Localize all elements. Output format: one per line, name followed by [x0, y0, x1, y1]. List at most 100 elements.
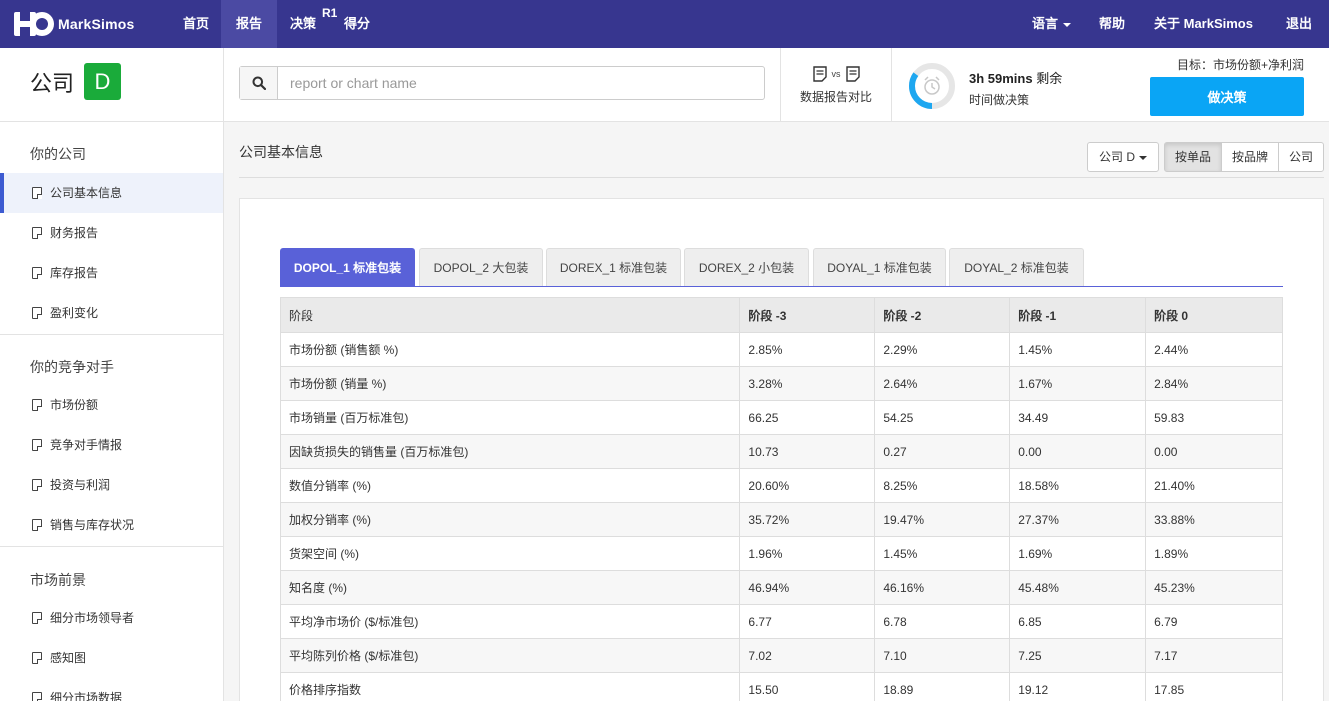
- metric-value-cell: 1.96%: [739, 536, 876, 571]
- report-icon: [812, 66, 827, 82]
- metric-value-cell: 35.72%: [739, 502, 876, 537]
- metric-value-cell: 2.84%: [1145, 366, 1283, 401]
- metric-value-cell: 17.85: [1145, 672, 1283, 701]
- sidebar: 你的公司 公司基本信息 财务报告 库存报告 盈利变化 你的竞争对手 市场份额 竞…: [0, 122, 224, 701]
- make-decision-button[interactable]: 做决策: [1150, 77, 1304, 116]
- sidebar-item-label: 竞争对手情报: [50, 438, 123, 452]
- company-info-table: 阶段 阶段 -3 阶段 -2 阶段 -1 阶段 0 市场份额 (销售额 %) 2.…: [279, 297, 1283, 701]
- metric-value-cell: 1.45%: [874, 536, 1011, 571]
- sidebar-item-investment-profit[interactable]: 投资与利润: [0, 465, 223, 505]
- table-row: 知名度 (%) 46.94% 46.16% 45.48% 45.23%: [279, 570, 1283, 605]
- metric-value-cell: 6.79: [1145, 604, 1283, 639]
- sidebar-item-profit-change[interactable]: 盈利变化: [0, 293, 223, 333]
- search-button[interactable]: [240, 67, 278, 99]
- language-label: 语言: [1032, 16, 1059, 31]
- metric-value-cell: 2.85%: [739, 332, 876, 367]
- header-bar: 公司 D vs 数据报告对比 3h 59mins 剩余 时间做决策 目标：市场份…: [0, 48, 1329, 122]
- metric-value-cell: 1.89%: [1145, 536, 1283, 571]
- sidebar-item-inventory-report[interactable]: 库存报告: [0, 253, 223, 293]
- nav-score[interactable]: 得分: [329, 0, 385, 48]
- table-row: 市场销量 (百万标准包) 66.25 54.25 34.49 59.83: [279, 400, 1283, 435]
- metric-value-cell: 19.47%: [874, 502, 1011, 537]
- document-icon: [32, 227, 42, 239]
- search-input[interactable]: [278, 67, 764, 99]
- metric-value-cell: 0.00: [1145, 434, 1283, 469]
- table-header-row: 阶段 阶段 -3 阶段 -2 阶段 -1 阶段 0: [279, 297, 1283, 333]
- sidebar-item-label: 销售与库存状况: [50, 518, 135, 532]
- nav-reports[interactable]: 报告: [221, 0, 278, 48]
- metric-label-cell: 加权分销率 (%): [279, 502, 741, 537]
- company-select-dropdown[interactable]: 公司 D: [1087, 142, 1159, 172]
- top-navbar: MarkSimos 首页 报告 决策 R1 得分 语言 帮助 关于 MarkSi…: [0, 0, 1329, 48]
- toggle-by-sku[interactable]: 按单品: [1164, 142, 1222, 172]
- metric-label-cell: 知名度 (%): [279, 570, 741, 605]
- metric-value-cell: 46.94%: [739, 570, 876, 605]
- metric-value-cell: 19.12: [1009, 672, 1147, 701]
- column-header: 阶段 -1: [1009, 297, 1147, 333]
- sidebar-section-competitors: 你的竞争对手: [30, 359, 114, 375]
- metric-value-cell: 54.25: [874, 400, 1011, 435]
- table-row: 数值分销率 (%) 20.60% 8.25% 18.58% 21.40%: [279, 468, 1283, 503]
- brand-logo[interactable]: MarkSimos: [14, 12, 135, 36]
- search-box: [239, 66, 765, 100]
- table-row: 市场份额 (销量 %) 3.28% 2.64% 1.67% 2.84%: [279, 366, 1283, 401]
- sidebar-item-perception-map[interactable]: 感知图: [0, 638, 223, 678]
- tab-dorex-1[interactable]: DOREX_1 标准包装: [546, 248, 681, 286]
- column-header: 阶段 0: [1145, 297, 1283, 333]
- sidebar-item-sales-inventory[interactable]: 销售与库存状况: [0, 505, 223, 545]
- metric-value-cell: 18.89: [874, 672, 1011, 701]
- metric-value-cell: 2.64%: [874, 366, 1011, 401]
- sidebar-item-segment-leaders[interactable]: 细分市场领导者: [0, 598, 223, 638]
- document-icon: [32, 439, 42, 451]
- toggle-by-brand[interactable]: 按品牌: [1221, 142, 1279, 172]
- tab-doyal-1[interactable]: DOYAL_1 标准包装: [813, 248, 946, 286]
- toggle-by-company[interactable]: 公司: [1278, 142, 1324, 172]
- sidebar-divider: [0, 546, 223, 547]
- metric-value-cell: 46.16%: [874, 570, 1011, 605]
- document-icon: [32, 692, 42, 701]
- tab-doyal-2[interactable]: DOYAL_2 标准包装: [949, 248, 1084, 286]
- nav-about[interactable]: 关于 MarkSimos: [1139, 0, 1268, 48]
- sidebar-item-market-share[interactable]: 市场份额: [0, 385, 223, 425]
- tab-dopol-2[interactable]: DOPOL_2 大包装: [419, 248, 543, 286]
- metric-label-cell: 货架空间 (%): [279, 536, 741, 571]
- metric-value-cell: 7.02: [739, 638, 876, 673]
- time-remaining-subtitle: 时间做决策: [969, 93, 1030, 107]
- tab-dorex-2[interactable]: DOREX_2 小包装: [684, 248, 809, 286]
- time-remaining: 3h 59mins 剩余 时间做决策: [969, 68, 1062, 108]
- table-row: 平均净市场价 ($/标准包) 6.77 6.78 6.85 6.79: [279, 604, 1283, 639]
- sidebar-section-market-outlook: 市场前景: [30, 572, 86, 588]
- sidebar-item-company-info[interactable]: 公司基本信息: [0, 173, 223, 213]
- sidebar-item-label: 投资与利润: [50, 478, 111, 492]
- time-remaining-suffix: 剩余: [1036, 71, 1063, 86]
- metric-value-cell: 6.77: [739, 604, 876, 639]
- nav-home[interactable]: 首页: [168, 0, 224, 48]
- tab-underline: [280, 286, 1283, 287]
- metric-value-cell: 27.37%: [1009, 502, 1147, 537]
- metric-value-cell: 21.40%: [1145, 468, 1283, 503]
- metric-value-cell: 66.25: [739, 400, 876, 435]
- metric-label-cell: 价格排序指数: [279, 672, 741, 701]
- language-dropdown[interactable]: 语言: [1017, 0, 1086, 48]
- column-header: 阶段 -2: [874, 297, 1011, 333]
- metric-value-cell: 2.44%: [1145, 332, 1283, 367]
- sidebar-item-financial-report[interactable]: 财务报告: [0, 213, 223, 253]
- metric-value-cell: 34.49: [1009, 400, 1147, 435]
- tab-dopol-1[interactable]: DOPOL_1 标准包装: [280, 248, 415, 286]
- table-row: 货架空间 (%) 1.96% 1.45% 1.69% 1.89%: [279, 536, 1283, 571]
- sidebar-item-competitor-intel[interactable]: 竞争对手情报: [0, 425, 223, 465]
- table-row: 平均陈列价格 ($/标准包) 7.02 7.10 7.25 7.17: [279, 638, 1283, 673]
- sidebar-item-label: 感知图: [50, 651, 87, 665]
- sidebar-item-label: 公司基本信息: [50, 186, 123, 200]
- marksimos-logo-icon: [14, 12, 54, 36]
- company-letter-badge: D: [84, 63, 121, 100]
- nav-help[interactable]: 帮助: [1084, 0, 1140, 48]
- document-icon: [32, 267, 42, 279]
- metric-value-cell: 0.00: [1009, 434, 1147, 469]
- compare-reports-button[interactable]: vs 数据报告对比: [780, 48, 892, 122]
- chevron-down-icon: [1063, 22, 1072, 27]
- time-remaining-value: 3h 59mins: [969, 71, 1033, 86]
- metric-label-cell: 平均陈列价格 ($/标准包): [279, 638, 741, 673]
- nav-logout[interactable]: 退出: [1271, 0, 1327, 48]
- sidebar-item-segment-data[interactable]: 细分市场数据: [0, 678, 223, 701]
